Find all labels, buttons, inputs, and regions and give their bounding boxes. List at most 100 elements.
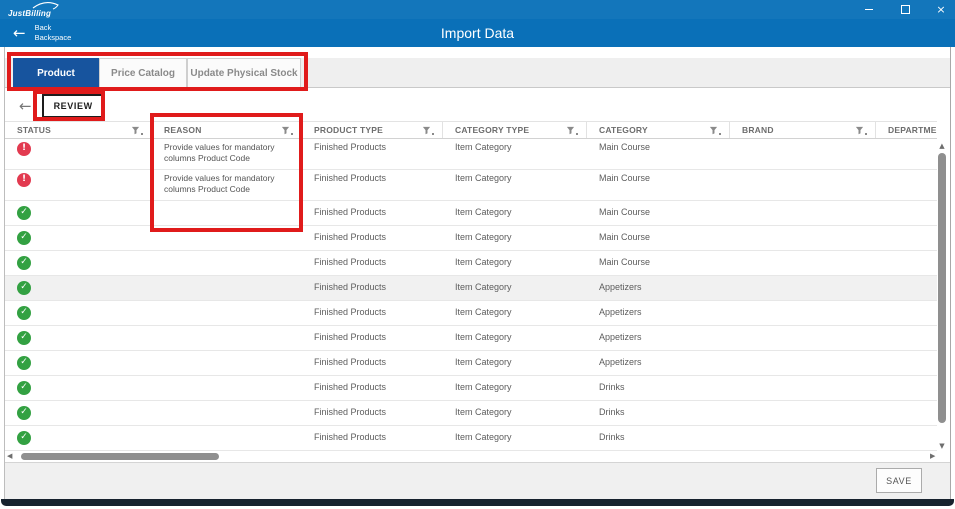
page-header: ← Back Backspace Import Data bbox=[0, 19, 955, 47]
filter-icon[interactable] bbox=[281, 126, 293, 135]
table-row[interactable]: ✓Finished ProductsItem CategoryDrinks bbox=[5, 426, 937, 451]
content-area: ProductPrice CatalogUpdate Physical Stoc… bbox=[4, 47, 951, 500]
cell-category-type: Item Category bbox=[443, 382, 587, 394]
success-icon: ✓ bbox=[17, 356, 31, 370]
tab-update-physical-stock[interactable]: Update Physical Stock bbox=[187, 58, 301, 87]
column-header-department: DEPARTMENT bbox=[876, 122, 937, 138]
cell-category-type: Item Category bbox=[443, 232, 587, 244]
close-icon[interactable]: × bbox=[935, 4, 947, 16]
cell-category-type: Item Category bbox=[443, 170, 587, 185]
scroll-down-icon[interactable]: ▼ bbox=[936, 442, 948, 450]
scroll-left-icon[interactable]: ◀ bbox=[7, 452, 12, 460]
title-bar: JustBilling × bbox=[0, 0, 955, 19]
table-row[interactable]: !Provide values for mandatory columns Pr… bbox=[5, 139, 937, 170]
cell-product-type: Finished Products bbox=[302, 232, 443, 244]
vertical-scrollbar-thumb[interactable] bbox=[938, 153, 946, 423]
cell-category-type: Item Category bbox=[443, 307, 587, 319]
cell-category: Drinks bbox=[587, 432, 730, 444]
column-header-category-type: CATEGORY TYPE bbox=[443, 122, 587, 138]
minimize-glyph bbox=[865, 9, 873, 10]
vertical-scrollbar[interactable]: ▲ ▼ bbox=[936, 142, 948, 450]
maximize-glyph bbox=[901, 5, 910, 14]
column-header-status: STATUS bbox=[5, 122, 152, 138]
cell-status: ✓ bbox=[5, 406, 152, 420]
filter-icon[interactable] bbox=[566, 126, 578, 135]
cell-status: ✓ bbox=[5, 356, 152, 370]
error-icon: ! bbox=[17, 173, 31, 187]
cell-category: Main Course bbox=[587, 257, 730, 269]
table-row[interactable]: ✓Finished ProductsItem CategoryAppetizer… bbox=[5, 276, 937, 301]
cell-category-type: Item Category bbox=[443, 139, 587, 154]
filter-icon[interactable] bbox=[422, 126, 434, 135]
app-window: JustBilling × ← Back Backspace Import Da… bbox=[0, 0, 955, 509]
cell-product-type: Finished Products bbox=[302, 407, 443, 419]
cell-product-type: Finished Products bbox=[302, 307, 443, 319]
tab-price-catalog[interactable]: Price Catalog bbox=[99, 58, 187, 87]
toolbar: ← REVIEW bbox=[5, 91, 950, 121]
cell-status: ✓ bbox=[5, 231, 152, 245]
horizontal-scrollbar[interactable]: ◀ ▶ bbox=[5, 451, 945, 462]
table-row[interactable]: ✓Finished ProductsItem CategoryMain Cour… bbox=[5, 201, 937, 226]
cell-category: Drinks bbox=[587, 382, 730, 394]
cell-status: ✓ bbox=[5, 281, 152, 295]
success-icon: ✓ bbox=[17, 281, 31, 295]
cell-category: Main Course bbox=[587, 232, 730, 244]
column-label: BRAND bbox=[742, 125, 774, 135]
cell-category-type: Item Category bbox=[443, 432, 587, 444]
cell-product-type: Finished Products bbox=[302, 282, 443, 294]
success-icon: ✓ bbox=[17, 256, 31, 270]
filter-icon[interactable] bbox=[131, 126, 143, 135]
success-icon: ✓ bbox=[17, 306, 31, 320]
table-row[interactable]: ✓Finished ProductsItem CategoryAppetizer… bbox=[5, 326, 937, 351]
horizontal-scrollbar-thumb[interactable] bbox=[21, 453, 219, 460]
column-label: REASON bbox=[164, 125, 202, 135]
cell-department bbox=[876, 139, 937, 142]
table-row[interactable]: ✓ Finished ProductsItem CategoryMain Cour… bbox=[5, 226, 937, 251]
table-row[interactable]: ✓Finished ProductsItem CategoryMain Cour… bbox=[5, 251, 937, 276]
table-row[interactable]: ! Provide values for mandatory columns Pr… bbox=[5, 170, 937, 201]
table-row[interactable]: ✓ Finished ProductsItem CategoryAppetizer… bbox=[5, 301, 937, 326]
cell-product-type: Finished Products bbox=[302, 207, 443, 219]
cell-category: Main Course bbox=[587, 207, 730, 219]
tab-product[interactable]: Product bbox=[13, 58, 99, 87]
column-label: PRODUCT TYPE bbox=[314, 125, 383, 135]
column-header-reason: REASON bbox=[152, 122, 302, 138]
cell-category: Main Course bbox=[587, 139, 730, 154]
minimize-icon[interactable] bbox=[863, 4, 875, 16]
table-row[interactable]: ✓Finished ProductsItem CategoryAppetizer… bbox=[5, 351, 937, 376]
cell-reason: Provide values for mandatory columns Pro… bbox=[152, 170, 302, 195]
cell-status: ! bbox=[5, 170, 152, 187]
review-button[interactable]: REVIEW bbox=[42, 94, 105, 118]
table-row[interactable]: ✓ Finished ProductsItem CategoryDrinks bbox=[5, 376, 937, 401]
grid-header: STATUSREASONPRODUCT TYPECATEGORY TYPECAT… bbox=[5, 121, 937, 139]
cell-product-type: Finished Products bbox=[302, 139, 443, 154]
cell-category-type: Item Category bbox=[443, 207, 587, 219]
success-icon: ✓ bbox=[17, 381, 31, 395]
table-row[interactable]: ✓Finished ProductsItem CategoryDrinks bbox=[5, 401, 937, 426]
cell-category-type: Item Category bbox=[443, 257, 587, 269]
footer-bar: SAVE bbox=[5, 462, 950, 500]
cell-category-type: Item Category bbox=[443, 282, 587, 294]
window-bottom-edge bbox=[1, 499, 954, 506]
import-grid: STATUSREASONPRODUCT TYPECATEGORY TYPECAT… bbox=[5, 121, 937, 451]
scroll-up-icon[interactable]: ▲ bbox=[936, 142, 948, 150]
app-logo-text: JustBilling bbox=[8, 9, 51, 18]
cell-category-type: Item Category bbox=[443, 357, 587, 369]
cell-product-type: Finished Products bbox=[302, 382, 443, 394]
cell-status: ✓ bbox=[5, 256, 152, 270]
app-logo: JustBilling bbox=[8, 3, 51, 17]
cell-brand bbox=[730, 139, 876, 142]
column-label: STATUS bbox=[17, 125, 51, 135]
toolbar-back-arrow-icon[interactable]: ← bbox=[19, 97, 32, 115]
filter-icon[interactable] bbox=[709, 126, 721, 135]
maximize-icon[interactable] bbox=[899, 4, 911, 16]
filter-icon[interactable] bbox=[855, 126, 867, 135]
scroll-right-icon[interactable]: ▶ bbox=[930, 452, 935, 460]
save-button[interactable]: SAVE bbox=[876, 468, 922, 493]
success-icon: ✓ bbox=[17, 406, 31, 420]
cell-status: ✓ bbox=[5, 306, 152, 320]
column-header-product-type: PRODUCT TYPE bbox=[302, 122, 443, 138]
cell-category: Appetizers bbox=[587, 307, 730, 319]
cell-category: Appetizers bbox=[587, 332, 730, 344]
cell-product-type: Finished Products bbox=[302, 170, 443, 185]
